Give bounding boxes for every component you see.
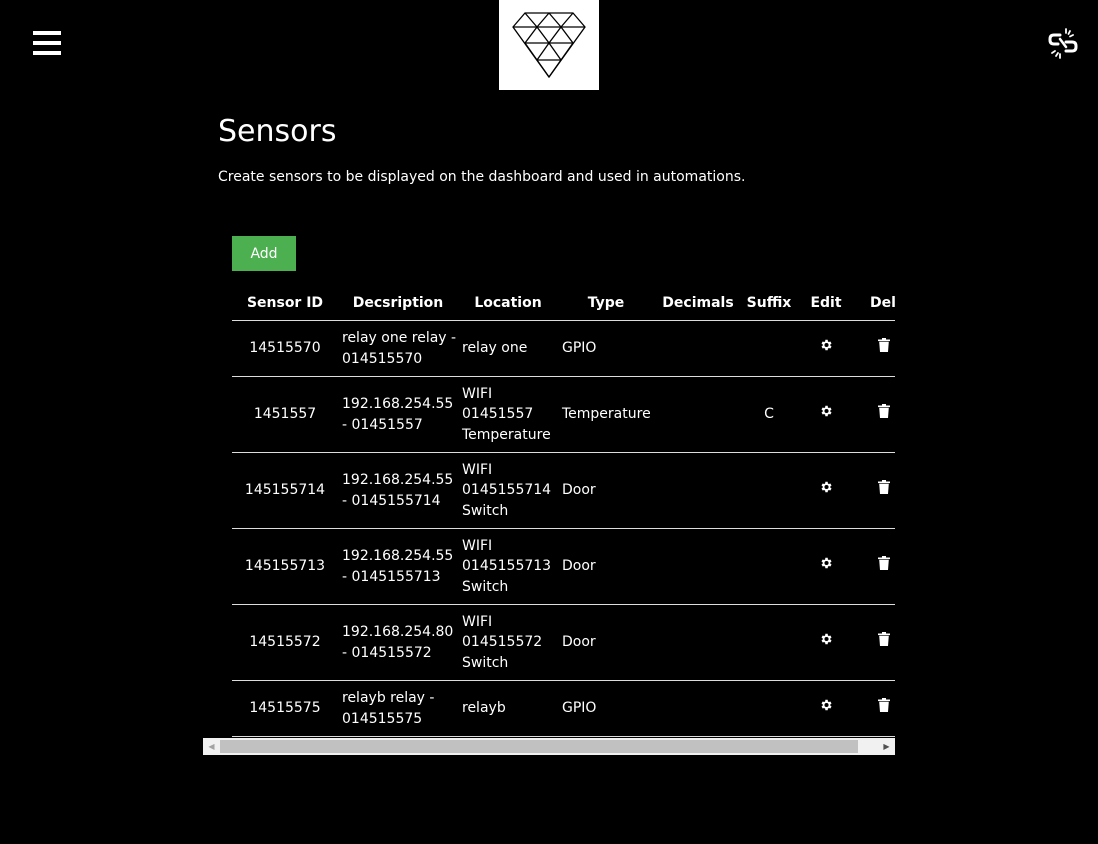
cell-sensor-id: 1451557 — [232, 376, 338, 453]
cell-edit — [796, 528, 856, 605]
cell-location: WIFI 014515572 Switch — [458, 604, 558, 681]
table-row: 14515570 relay one relay - 014515570 rel… — [232, 320, 895, 377]
gear-icon[interactable] — [819, 556, 833, 577]
cell-sensor-id: 14515572 — [232, 604, 338, 681]
gear-icon[interactable] — [819, 698, 833, 719]
cell-decimals — [654, 604, 742, 681]
table-row: 14515572 192.168.254.80 - 014515572 WIFI… — [232, 604, 895, 681]
column-header-type: Type — [558, 286, 654, 321]
hamburger-menu-icon[interactable] — [33, 30, 61, 56]
cell-decimals — [654, 320, 742, 377]
scroll-right-arrow-icon[interactable]: ▶ — [878, 738, 895, 755]
cell-suffix: C — [742, 376, 796, 453]
trash-icon[interactable] — [878, 556, 890, 577]
cell-delete — [856, 528, 895, 605]
cell-type: Door — [558, 528, 654, 605]
trash-icon[interactable] — [878, 404, 890, 425]
scrollbar-thumb[interactable] — [220, 740, 858, 753]
cell-type: GPIO — [558, 680, 654, 737]
gear-icon[interactable] — [819, 404, 833, 425]
cell-decimals — [654, 680, 742, 737]
cell-edit — [796, 320, 856, 377]
sensors-table-container: Sensor ID Decsription Location Type Deci… — [232, 286, 895, 738]
diamond-logo — [499, 0, 599, 90]
cell-location: WIFI 0145155713 Switch — [458, 528, 558, 605]
cell-edit — [796, 452, 856, 529]
trash-icon[interactable] — [878, 632, 890, 653]
table-row: 145155714 192.168.254.55 - 0145155714 WI… — [232, 452, 895, 529]
cell-decimals — [654, 528, 742, 605]
cell-description: relayb relay - 014515575 — [338, 680, 458, 737]
column-header-decimals: Decimals — [654, 286, 742, 321]
horizontal-scrollbar[interactable]: ◀ ▶ — [203, 738, 895, 755]
cell-sensor-id: 14515570 — [232, 320, 338, 377]
gear-icon[interactable] — [819, 338, 833, 359]
sensors-page: Sensors Create sensors to be displayed o… — [0, 0, 1098, 844]
cell-sensor-id: 14515575 — [232, 680, 338, 737]
gear-icon[interactable] — [819, 480, 833, 501]
cell-suffix — [742, 528, 796, 605]
cell-edit — [796, 680, 856, 737]
table-row: 145155713 192.168.254.55 - 0145155713 WI… — [232, 528, 895, 605]
cell-delete — [856, 376, 895, 453]
column-header-location: Location — [458, 286, 558, 321]
cell-suffix — [742, 604, 796, 681]
table-header-row: Sensor ID Decsription Location Type Deci… — [232, 286, 895, 321]
gear-icon[interactable] — [819, 632, 833, 653]
cell-description: 192.168.254.55 - 01451557 — [338, 376, 458, 453]
cell-suffix — [742, 680, 796, 737]
column-header-sensor-id: Sensor ID — [232, 286, 338, 321]
broken-link-icon[interactable] — [1046, 26, 1080, 60]
cell-type: GPIO — [558, 320, 654, 377]
scroll-left-arrow-icon[interactable]: ◀ — [203, 738, 220, 755]
cell-delete — [856, 320, 895, 377]
column-header-edit: Edit — [796, 286, 856, 321]
cell-suffix — [742, 452, 796, 529]
add-sensor-button[interactable]: Add — [232, 236, 296, 271]
cell-decimals — [654, 452, 742, 529]
cell-description: relay one relay - 014515570 — [338, 320, 458, 377]
cell-edit — [796, 604, 856, 681]
cell-edit — [796, 376, 856, 453]
cell-location: WIFI 0145155714 Switch — [458, 452, 558, 529]
trash-icon[interactable] — [878, 480, 890, 501]
cell-sensor-id: 145155714 — [232, 452, 338, 529]
cell-delete — [856, 452, 895, 529]
cell-description: 192.168.254.55 - 0145155713 — [338, 528, 458, 605]
cell-description: 192.168.254.80 - 014515572 — [338, 604, 458, 681]
trash-icon[interactable] — [878, 698, 890, 719]
trash-icon[interactable] — [878, 338, 890, 359]
column-header-suffix: Suffix — [742, 286, 796, 321]
cell-type: Temperature — [558, 376, 654, 453]
page-description: Create sensors to be displayed on the da… — [218, 169, 746, 185]
cell-type: Door — [558, 604, 654, 681]
cell-location: relay one — [458, 320, 558, 377]
cell-description: 192.168.254.55 - 0145155714 — [338, 452, 458, 529]
cell-delete — [856, 604, 895, 681]
cell-decimals — [654, 376, 742, 453]
column-header-description: Decsription — [338, 286, 458, 321]
cell-location: relayb — [458, 680, 558, 737]
cell-suffix — [742, 320, 796, 377]
table-row: 14515575 relayb relay - 014515575 relayb… — [232, 680, 895, 737]
cell-type: Door — [558, 452, 654, 529]
cell-delete — [856, 680, 895, 737]
page-title: Sensors — [218, 114, 337, 149]
cell-sensor-id: 145155713 — [232, 528, 338, 605]
table-row: 1451557 192.168.254.55 - 01451557 WIFI 0… — [232, 376, 895, 453]
sensors-table: Sensor ID Decsription Location Type Deci… — [232, 286, 895, 737]
column-header-delete: Dele — [856, 286, 895, 321]
cell-location: WIFI 01451557 Temperature — [458, 376, 558, 453]
